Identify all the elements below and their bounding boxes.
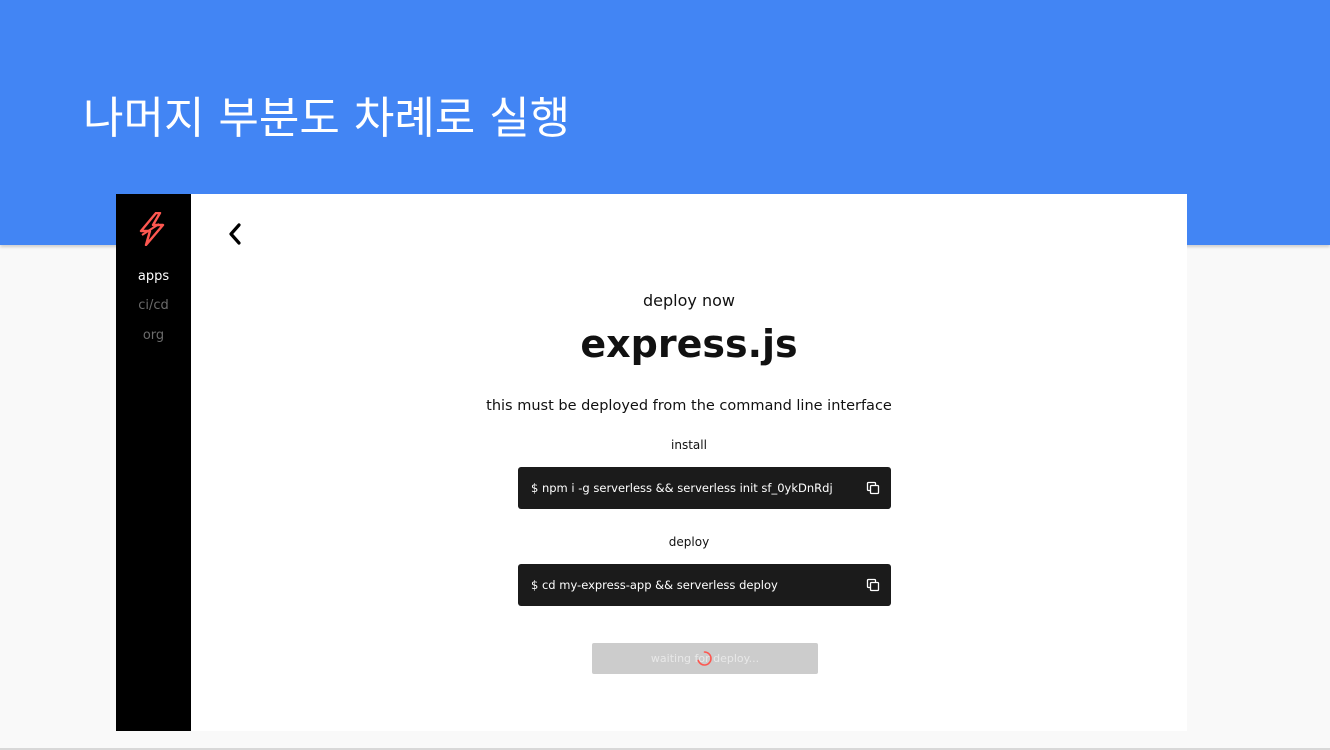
deploy-label: deploy <box>668 535 710 549</box>
chevron-left-icon[interactable] <box>226 220 244 248</box>
slide-title: 나머지 부분도 차례로 실행 <box>83 93 571 144</box>
cli-instruction-text: this must be deployed from the command l… <box>486 398 892 414</box>
sidebar-item-org[interactable]: org <box>116 328 191 343</box>
app-name-title: express.js <box>580 322 798 366</box>
deploy-now-heading: deploy now <box>643 291 735 310</box>
waiting-for-deploy-button[interactable]: waiting for deploy... <box>592 643 818 674</box>
spinner-icon <box>696 650 713 667</box>
sidebar-item-apps[interactable]: apps <box>116 269 191 284</box>
deploy-command-text[interactable]: $ cd my-express-app && serverless deploy <box>531 578 778 592</box>
install-label: install <box>671 438 707 452</box>
install-command-box[interactable]: $ npm i -g serverless && serverless init… <box>518 467 891 509</box>
app-screenshot: apps ci/cd org deploy now express.js thi… <box>116 194 1187 731</box>
sidebar: apps ci/cd org <box>116 194 191 731</box>
copy-icon[interactable] <box>866 578 880 592</box>
deploy-command-box[interactable]: $ cd my-express-app && serverless deploy <box>518 564 891 606</box>
install-command-text[interactable]: $ npm i -g serverless && serverless init… <box>531 481 833 495</box>
copy-icon[interactable] <box>866 481 880 495</box>
lightning-bolt-icon[interactable] <box>138 211 166 247</box>
sidebar-item-cicd[interactable]: ci/cd <box>116 298 191 313</box>
